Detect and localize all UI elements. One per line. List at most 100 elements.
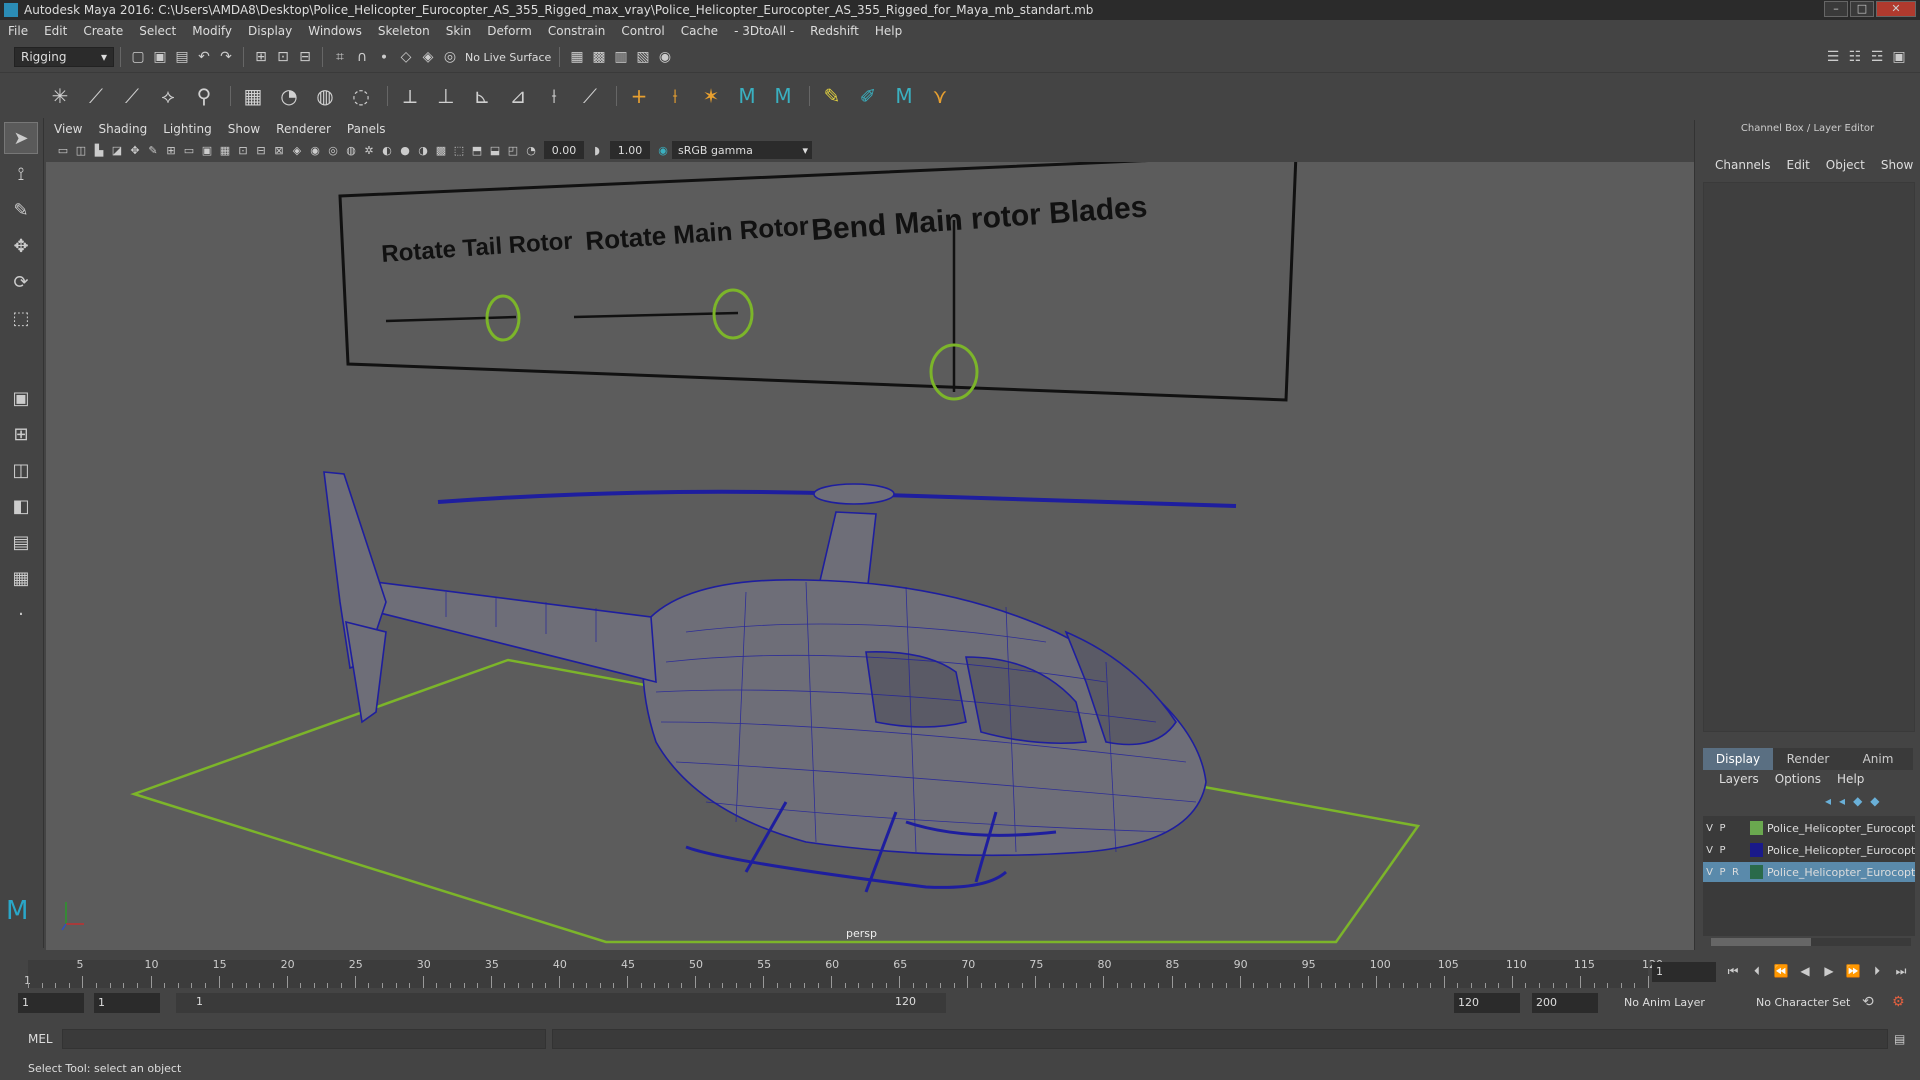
prune-weights-icon[interactable]: ⋎ <box>924 80 956 112</box>
color-management-icon[interactable]: ◉ <box>654 141 672 159</box>
range-bar[interactable]: 1 120 <box>176 993 946 1013</box>
more-layouts-icon[interactable]: · <box>4 598 38 630</box>
anim-layer-dropdown[interactable]: No Anim Layer <box>1620 993 1736 1013</box>
joint-tool-icon[interactable]: ✳ <box>44 80 76 112</box>
auto-key-icon[interactable]: ⟲ <box>1862 994 1874 1010</box>
preferences-icon[interactable]: ⚙ <box>1892 994 1905 1010</box>
menu-modify[interactable]: Modify <box>184 24 240 38</box>
isolate-select-icon[interactable]: ⬚ <box>450 141 468 159</box>
move-layer-down-icon[interactable]: ◂ <box>1839 794 1845 808</box>
menu-constrain[interactable]: Constrain <box>540 24 614 38</box>
camera-attributes-icon[interactable]: ◫ <box>72 141 90 159</box>
menu-3dtoall[interactable]: - 3DtoAll - <box>726 24 802 38</box>
camera-select-icon[interactable]: ▭ <box>54 141 72 159</box>
menu-redshift[interactable]: Redshift <box>802 24 867 38</box>
cb-menu-show[interactable]: Show <box>1873 158 1920 172</box>
3d-scene[interactable]: Rotate Tail Rotor Rotate Main Rotor Bend… <box>46 162 1694 950</box>
channel-list[interactable] <box>1703 182 1915 732</box>
outliner-layout-icon[interactable]: ◧ <box>4 490 38 522</box>
go-to-start-icon[interactable]: ⏮ <box>1724 962 1742 980</box>
new-layer-icon[interactable]: ◆ <box>1853 794 1862 808</box>
layer-visibility[interactable]: V <box>1703 867 1716 878</box>
layer-playback[interactable]: P <box>1716 867 1729 878</box>
tab-display[interactable]: Display <box>1703 748 1773 770</box>
lasso-tool-icon[interactable]: ⟟ <box>4 158 38 190</box>
layer-playback[interactable]: P <box>1716 845 1729 856</box>
go-to-end-icon[interactable]: ⏭ <box>1892 962 1910 980</box>
select-tool-icon[interactable]: ➤ <box>4 122 38 154</box>
menu-display[interactable]: Display <box>240 24 300 38</box>
exposure-field[interactable]: 0.00 <box>544 141 584 159</box>
grid-icon[interactable]: ⊞ <box>162 141 180 159</box>
make-live-icon[interactable]: ◎ <box>439 46 461 68</box>
paint-weights-icon[interactable]: ✎ <box>816 80 848 112</box>
layer-playback[interactable]: P <box>1716 823 1729 834</box>
orient-constraint-icon[interactable]: ⊾ <box>466 80 498 112</box>
render-frame-icon[interactable]: ▩ <box>588 46 610 68</box>
gamma-field[interactable]: 1.00 <box>610 141 650 159</box>
ik-spline-icon[interactable]: ⟋ <box>116 80 148 112</box>
image-plane-icon[interactable]: ◪ <box>108 141 126 159</box>
layer-row[interactable]: V P Police_Helicopter_Eurocopter <box>1703 840 1915 860</box>
wireframe-on-shaded-icon[interactable]: ◎ <box>324 141 342 159</box>
channel-box-icon[interactable]: ☲ <box>1866 46 1888 68</box>
cb-menu-channels[interactable]: Channels <box>1707 158 1779 172</box>
menu-file[interactable]: File <box>0 24 36 38</box>
2d-pan-icon[interactable]: ✥ <box>126 141 144 159</box>
tab-render[interactable]: Render <box>1773 748 1843 770</box>
bookmark-icon[interactable]: ▙ <box>90 141 108 159</box>
layer-row[interactable]: V P R Police_Helicopter_Eurocopter <box>1703 862 1915 882</box>
move-layer-up-icon[interactable]: ◂ <box>1825 794 1831 808</box>
scale-tool-icon[interactable]: ⬚ <box>4 302 38 334</box>
cb-menu-edit[interactable]: Edit <box>1779 158 1818 172</box>
use-all-lights-icon[interactable]: ● <box>396 141 414 159</box>
skin-bind-icon[interactable]: M <box>731 80 763 112</box>
vp-menu-panels[interactable]: Panels <box>339 122 394 136</box>
select-object-icon[interactable]: ⊡ <box>272 46 294 68</box>
play-forward-icon[interactable]: ▶ <box>1820 962 1838 980</box>
anim-end-field[interactable]: 200 <box>1532 993 1598 1013</box>
grease-pencil-icon[interactable]: ✎ <box>144 141 162 159</box>
vp-menu-lighting[interactable]: Lighting <box>155 122 220 136</box>
exposure-icon[interactable]: ◔ <box>522 141 540 159</box>
snap-point-icon[interactable]: ∙ <box>373 46 395 68</box>
move-tool-icon[interactable]: ✥ <box>4 230 38 262</box>
attribute-editor-icon[interactable]: ☰ <box>1822 46 1844 68</box>
anti-aliasing-icon[interactable]: ◰ <box>504 141 522 159</box>
menu-cache[interactable]: Cache <box>673 24 726 38</box>
safe-action-icon[interactable]: ⊟ <box>252 141 270 159</box>
redo-icon[interactable]: ↷ <box>215 46 237 68</box>
vp-menu-renderer[interactable]: Renderer <box>268 122 339 136</box>
undo-icon[interactable]: ↶ <box>193 46 215 68</box>
cb-menu-object[interactable]: Object <box>1818 158 1873 172</box>
character-set-dropdown[interactable]: No Character Set <box>1752 993 1876 1013</box>
two-view-icon[interactable]: ◫ <box>4 454 38 486</box>
vp-menu-shading[interactable]: Shading <box>90 122 155 136</box>
play-backward-icon[interactable]: ◀ <box>1796 962 1814 980</box>
film-gate-icon[interactable]: ▭ <box>180 141 198 159</box>
menu-control[interactable]: Control <box>613 24 672 38</box>
playback-start-field[interactable]: 1 <box>94 993 160 1013</box>
modeling-toolkit-icon[interactable]: ▣ <box>1888 46 1910 68</box>
new-layer-selected-icon[interactable]: ◆ <box>1870 794 1879 808</box>
color-space-dropdown[interactable]: sRGB gamma ▾ <box>672 141 812 159</box>
playback-end-field[interactable]: 120 <box>1454 993 1520 1013</box>
select-component-icon[interactable]: ⊟ <box>294 46 316 68</box>
menu-help[interactable]: Help <box>867 24 910 38</box>
skin-weights-icon[interactable]: M <box>767 80 799 112</box>
gamma-icon[interactable]: ◗ <box>588 141 606 159</box>
render-view-icon[interactable]: ▦ <box>566 46 588 68</box>
step-forward-frame-icon[interactable]: ⏩ <box>1844 962 1862 980</box>
menu-skeleton[interactable]: Skeleton <box>370 24 438 38</box>
layer-row[interactable]: V P Police_Helicopter_Eurocopter <box>1703 818 1915 838</box>
step-back-key-icon[interactable]: ⏴ <box>1748 962 1766 980</box>
sculpt-icon[interactable]: ◌ <box>345 80 377 112</box>
snap-surface-icon[interactable]: ◈ <box>417 46 439 68</box>
layer-color-swatch[interactable] <box>1749 843 1763 857</box>
tool-settings-icon[interactable]: ☷ <box>1844 46 1866 68</box>
ipr-render-icon[interactable]: ▥ <box>610 46 632 68</box>
resolution-gate-icon[interactable]: ▣ <box>198 141 216 159</box>
vp-menu-show[interactable]: Show <box>220 122 268 136</box>
copy-weights-icon[interactable]: M <box>888 80 920 112</box>
gate-mask-icon[interactable]: ▦ <box>216 141 234 159</box>
